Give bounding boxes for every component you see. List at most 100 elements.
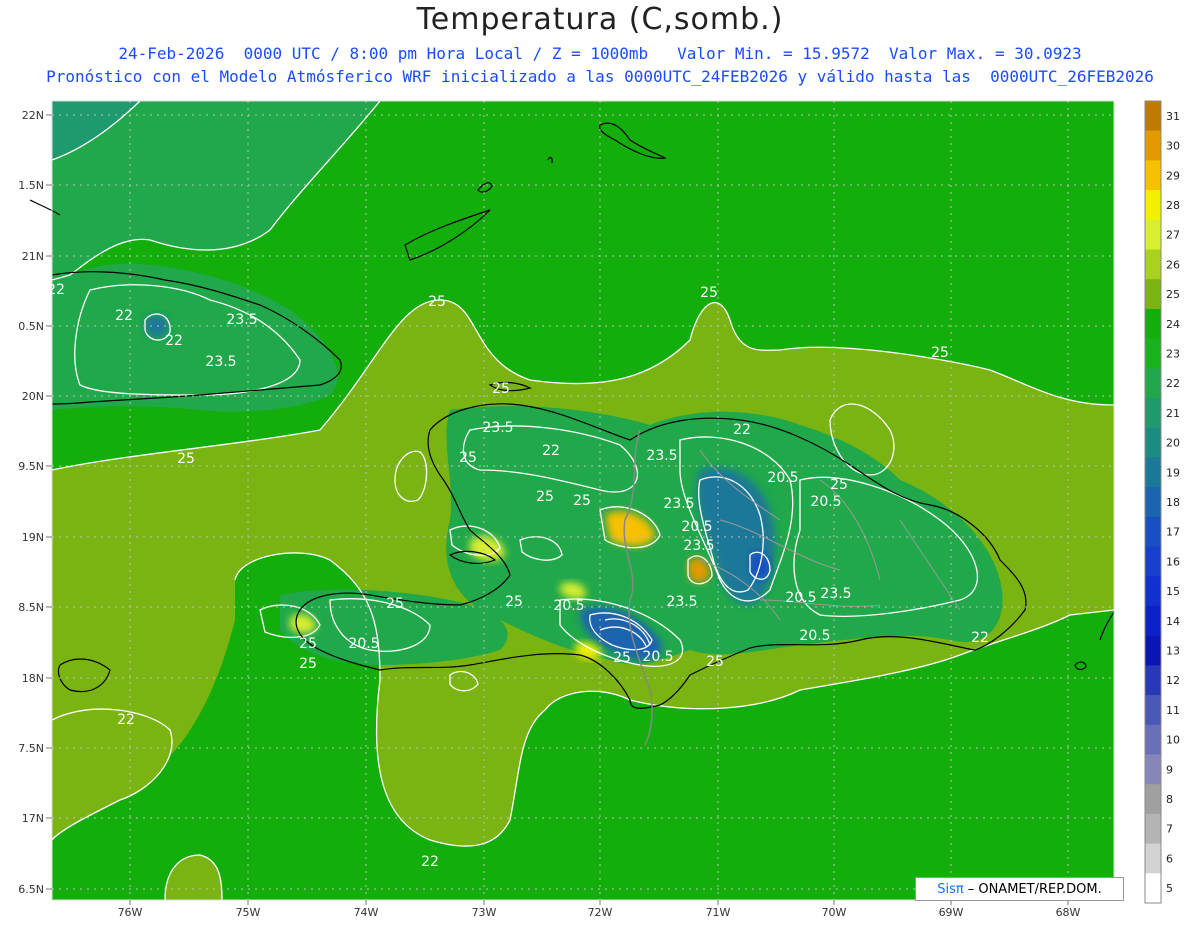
colorbar-swatch	[1145, 338, 1161, 369]
colorbar-label: 8	[1166, 793, 1173, 806]
contour-label: 20.5	[799, 628, 830, 644]
lon-tick-label: 71W	[706, 906, 731, 919]
colorbar-swatch	[1145, 487, 1161, 518]
contour-label: 22	[117, 712, 135, 728]
contour-label: 20.5	[681, 519, 712, 535]
contour-label: 22	[421, 854, 439, 870]
contour-label: 20.5	[348, 636, 379, 652]
contour-label: 25	[299, 636, 317, 652]
colorbar-swatch	[1145, 368, 1161, 399]
contour-label: 25	[386, 596, 404, 612]
contour-label: 25	[700, 285, 718, 301]
temperature-map: 25 25 25 25 25 25 25 25 25 25 25 25 25 2…	[18, 100, 1180, 919]
colorbar-label: 11	[1166, 704, 1180, 717]
colorbar-label: 13	[1166, 645, 1180, 658]
contour-label: 22	[165, 333, 183, 349]
lat-tick-label: 1.5N	[18, 179, 44, 192]
lat-tick-label: 0.5N	[18, 320, 44, 333]
colorbar-label: 23	[1166, 347, 1180, 360]
colorbar-swatch	[1145, 576, 1161, 607]
colorbar-label: 12	[1166, 674, 1180, 687]
latitude-axis: 22N 1.5N 21N 0.5N 20N 9.5N 19N 8.5N 18N …	[18, 109, 44, 896]
contour-label: 23.5	[482, 420, 513, 436]
contour-label: 25	[428, 294, 446, 310]
colorbar-swatch	[1145, 873, 1161, 904]
colorbar-swatch	[1145, 635, 1161, 666]
colorbar-label: 14	[1166, 615, 1180, 628]
colorbar-swatch	[1145, 190, 1161, 221]
lon-tick-label: 74W	[354, 906, 379, 919]
contour-label: 20.5	[553, 598, 584, 614]
colorbar-swatch	[1145, 724, 1161, 755]
contour-label: 22	[971, 630, 989, 646]
contour-label: 22	[542, 443, 560, 459]
colorbar-swatch	[1145, 516, 1161, 548]
colorbar-label: 10	[1166, 734, 1180, 747]
colorbar-label: 21	[1166, 407, 1180, 420]
colorbar-label: 6	[1166, 852, 1173, 865]
lon-tick-label: 72W	[588, 906, 613, 919]
contour-label: 25	[830, 477, 848, 493]
colorbar-label: 20	[1166, 437, 1180, 450]
contour-label: 23.5	[646, 448, 677, 464]
colorbar-swatch	[1145, 398, 1161, 429]
contour-label: 23.5	[226, 312, 257, 328]
colorbar-swatch	[1145, 843, 1161, 874]
colorbar-label: 5	[1166, 882, 1173, 895]
contour-label: 25	[492, 381, 510, 397]
colorbar-swatch	[1145, 219, 1161, 251]
colorbar: 31 30 29 28 27 26 25 24 23 22 21 20 19 18 17 16 15 14 13 12…	[1144, 100, 1180, 904]
colorbar-label: 15	[1166, 585, 1180, 598]
colorbar-label: 19	[1166, 466, 1180, 479]
sispi-logo: Sisπ	[937, 881, 964, 897]
colorbar-swatch	[1145, 605, 1161, 637]
longitude-axis: 76W 75W 74W 73W 72W 71W 70W 69W 68W	[118, 906, 1081, 919]
colorbar-label: 24	[1166, 318, 1180, 331]
colorbar-label: 7	[1166, 823, 1173, 836]
colorbar-swatch	[1145, 101, 1161, 132]
lat-tick-label: 21N	[22, 250, 44, 263]
lat-tick-label: 17N	[22, 812, 44, 825]
contour-label: 25	[931, 345, 949, 361]
colorbar-label: 30	[1166, 140, 1180, 153]
lon-tick-label: 68W	[1056, 906, 1081, 919]
colorbar-swatch	[1145, 279, 1161, 310]
contour-label: 25	[573, 493, 591, 509]
colorbar-swatch	[1145, 308, 1161, 340]
colorbar-label: 27	[1166, 229, 1180, 242]
contour-label: 22	[733, 422, 751, 438]
lon-tick-label: 75W	[236, 906, 261, 919]
lat-tick-label: 6.5N	[18, 883, 44, 896]
lat-tick-label: 19N	[22, 531, 44, 544]
lat-tick-label: 7.5N	[18, 742, 44, 755]
lat-tick-label: 22N	[22, 109, 44, 122]
colorbar-swatch	[1145, 546, 1161, 577]
contour-label: 23.5	[820, 586, 851, 602]
colorbar-label: 28	[1166, 199, 1180, 212]
contour-label: 23.5	[205, 354, 236, 370]
colorbar-swatch	[1145, 695, 1161, 726]
colorbar-swatch	[1145, 813, 1161, 845]
contour-label: 25	[505, 594, 523, 610]
contour-label: 20.5	[785, 590, 816, 606]
colorbar-swatch	[1145, 665, 1161, 696]
contour-label: 25	[459, 450, 477, 466]
colorbar-label: 25	[1166, 288, 1180, 301]
lat-tick-label: 20N	[22, 390, 44, 403]
lon-tick-label: 70W	[822, 906, 847, 919]
colorbar-label: 22	[1166, 377, 1180, 390]
credit-box: Sisπ – ONAMET/REP.DOM.	[915, 877, 1124, 901]
contour-label: 23.5	[663, 496, 694, 512]
colorbar-label: 26	[1166, 258, 1180, 271]
colorbar-swatch	[1145, 784, 1161, 815]
lon-tick-label: 76W	[118, 906, 143, 919]
colorbar-swatch	[1145, 754, 1161, 785]
colorbar-swatch	[1145, 427, 1161, 458]
colorbar-label: 18	[1166, 496, 1180, 509]
credit-text: – ONAMET/REP.DOM.	[967, 881, 1102, 897]
lon-tick-label: 73W	[472, 906, 497, 919]
contour-label: 25	[536, 489, 554, 505]
colorbar-label: 16	[1166, 555, 1180, 568]
lat-tick-label: 9.5N	[18, 460, 44, 473]
lat-tick-label: 8.5N	[18, 601, 44, 614]
